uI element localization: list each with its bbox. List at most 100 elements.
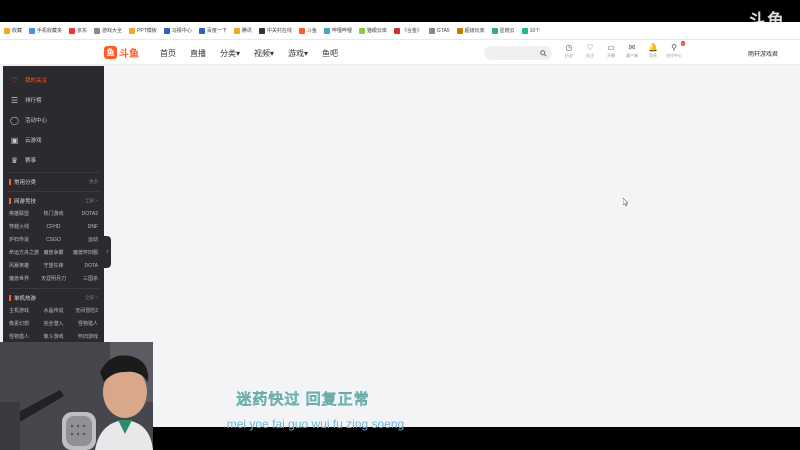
site-logo[interactable]: 鱼 斗鱼 xyxy=(104,45,139,60)
bookmark-favicon-icon xyxy=(129,27,136,34)
top-letterbox: 斗鱼 xyxy=(0,0,800,30)
bookmark-item[interactable]: 京东 xyxy=(69,27,87,34)
sidebar-item-label: 云游戏 xyxy=(25,138,42,144)
header-icons: ◷ 历史 ♡ 关注 ▭ 开播 ✉ 1 客户端 🔔 消息 ⚲ 创作中心 xyxy=(562,41,685,59)
logo-text: 斗鱼 xyxy=(119,49,139,60)
game-category-link[interactable]: CSGO xyxy=(39,234,69,247)
history-icon: ◷ xyxy=(565,43,573,52)
bookmark-item[interactable]: 中关村在线 xyxy=(258,27,292,34)
sidebar-item[interactable]: ♡ 我的关注 xyxy=(3,70,104,90)
game-category-link[interactable]: 英雄联盟 xyxy=(9,208,39,221)
game-category-link[interactable]: 像素幻想 xyxy=(9,318,39,331)
bookmark-favicon-icon xyxy=(428,27,435,34)
main-menu: 首页 直播 分类▾ 视频▾ 游戏▾ 鱼吧 xyxy=(160,48,338,59)
header-创作中心-button[interactable]: ⚲ 创作中心 xyxy=(666,43,682,59)
sidebar-item[interactable]: ☰ 排行榜 xyxy=(3,90,104,110)
bookmark-item[interactable]: 10个 xyxy=(521,27,540,34)
bookmarks-bar: 收藏 手机收藏夹 京东 游戏大全 PPT模板 马报中心 百度一下 腾讯 中关村在线 斗鱼 哔哩哔哩 猫… xyxy=(0,22,800,40)
sidebar-item-label: 我的关注 xyxy=(25,78,48,84)
trophy-icon: ♛ xyxy=(10,155,19,165)
webcam-video-image xyxy=(0,342,153,450)
game-category-link[interactable]: 魔兽怀旧服 xyxy=(68,247,98,260)
header-消息-button[interactable]: 🔔 消息 xyxy=(646,43,660,59)
bookmark-label: 腾讯 xyxy=(241,28,252,34)
bookmark-favicon-icon xyxy=(69,27,76,34)
bookmark-label: 百度一下 xyxy=(206,28,227,34)
bookmark-item[interactable]: 斗鱼 xyxy=(298,27,317,34)
menu-item[interactable]: 直播 xyxy=(190,48,206,59)
common-more-link[interactable]: 更多 xyxy=(89,179,98,185)
bookmark-favicon-icon xyxy=(94,27,101,34)
game-category-link[interactable]: 无间冒险2 xyxy=(68,305,98,318)
header-icon-label: 历史 xyxy=(565,53,573,58)
game-category-link[interactable]: CFHD xyxy=(39,221,69,234)
game-category-link[interactable]: 命运方舟之旅 xyxy=(9,247,39,260)
online-section-header: 网游竞技 全部 > xyxy=(3,194,104,208)
bookmark-favicon-icon xyxy=(298,27,305,34)
bookmark-item[interactable]: PPT模板 xyxy=(129,27,157,34)
menu-item[interactable]: 首页 xyxy=(160,48,176,59)
game-category-link[interactable]: 炉石传说 xyxy=(9,234,39,247)
single-section-header: 单机热游 全部 > xyxy=(3,291,104,305)
username[interactable]: 雨轩游戏君 xyxy=(748,49,778,58)
bookmark-label: 马报中心 xyxy=(171,28,192,34)
bookmark-item[interactable]: 百度一下 xyxy=(198,27,227,34)
bookmark-item[interactable]: 星链云 xyxy=(491,27,515,34)
subtitle-chinese: 迷药快过 回复正常 xyxy=(236,391,370,408)
game-category-link[interactable]: 运动 xyxy=(68,234,98,247)
sidebar-item[interactable]: ◯ 活动中心 xyxy=(3,110,104,130)
bookmark-item[interactable]: 手机收藏夹 xyxy=(29,27,62,34)
menu-item[interactable]: 游戏▾ xyxy=(288,48,308,59)
bookmark-item[interactable]: 马报中心 xyxy=(163,27,192,34)
bookmark-label: GTA5 xyxy=(436,27,450,34)
game-category-link[interactable]: 魔兽争霸 xyxy=(39,247,69,260)
sidebar-item[interactable]: ▣ 云游戏 xyxy=(3,130,104,150)
game-category-link[interactable]: 天涯明月刀 xyxy=(39,273,69,286)
bookmark-item[interactable]: 超级玩家 xyxy=(456,27,485,34)
game-category-link[interactable]: 风暴英雄 xyxy=(9,260,39,273)
header-历史-button[interactable]: ◷ 历史 xyxy=(562,43,576,59)
bookmark-item[interactable]: 腾讯 xyxy=(233,27,252,34)
header-开播-button[interactable]: ▭ 开播 xyxy=(604,43,618,59)
online-more-link[interactable]: 全部 > xyxy=(85,198,98,204)
search-button[interactable] xyxy=(539,49,547,57)
bookmark-item[interactable]: 猫眼云库 xyxy=(358,27,387,34)
subtitle-pinyin: mei yoe fai guo wui fu zing soeng xyxy=(226,417,405,431)
bookmark-item[interactable]: 游戏大全 xyxy=(94,27,122,34)
game-category-link[interactable]: DNF xyxy=(68,221,98,234)
header-icon-label: 消息 xyxy=(649,53,657,58)
menu-item[interactable]: 分类▾ xyxy=(220,48,240,59)
bookmark-label: 中关村在线 xyxy=(266,28,292,34)
game-category-link[interactable]: DOTA2 xyxy=(68,208,98,221)
bookmark-label: 超级玩家 xyxy=(464,28,485,34)
sidebar-collapse-handle[interactable]: ‹ xyxy=(104,236,111,268)
header-客户端-button[interactable]: ✉ 1 客户端 xyxy=(625,41,685,59)
game-category-link[interactable]: 魔兽世界 xyxy=(9,273,39,286)
menu-item[interactable]: 鱼吧 xyxy=(322,48,338,59)
bookmark-favicon-icon xyxy=(198,27,205,34)
game-category-link[interactable]: DOTA xyxy=(68,260,98,273)
game-category-link[interactable]: 主机游戏 xyxy=(9,305,39,318)
bookmark-label: 星链云 xyxy=(499,28,515,34)
game-category-link[interactable]: 三国杀 xyxy=(68,273,98,286)
single-more-link[interactable]: 全部 > xyxy=(85,295,98,301)
bookmark-item[interactable]: 《合金》 xyxy=(393,27,422,34)
online-games-grid: 英雄联盟 热门游戏 DOTA2 穿越火线 CFHD DNF 炉石传说 CSGO 运动命运方舟之旅… xyxy=(3,208,104,286)
game-category-link[interactable]: 热门游戏 xyxy=(39,208,69,221)
bookmark-label: 京东 xyxy=(77,28,88,34)
sidebar-item[interactable]: ♛ 赛事 xyxy=(3,150,104,170)
header-关注-button[interactable]: ♡ 关注 xyxy=(583,43,597,59)
bookmark-item[interactable]: 收藏 xyxy=(4,27,22,34)
bookmark-item[interactable]: GTA5 xyxy=(428,27,450,34)
bookmark-label: 猫眼云库 xyxy=(366,28,387,34)
divider xyxy=(8,172,99,173)
bookmark-favicon-icon xyxy=(258,27,265,34)
bookmark-item[interactable]: 哔哩哔哩 xyxy=(323,27,352,34)
game-category-link[interactable]: 穿越火线 xyxy=(9,221,39,234)
game-category-link[interactable]: 怪物猎人 xyxy=(68,318,98,331)
game-category-link[interactable]: 守望先锋 xyxy=(39,260,69,273)
game-category-link[interactable]: 完全潜入 xyxy=(39,318,69,331)
menu-item[interactable]: 视频▾ xyxy=(254,48,274,59)
header-icon-label: 关注 xyxy=(586,53,594,58)
game-category-link[interactable]: 水晶传说 xyxy=(39,305,69,318)
